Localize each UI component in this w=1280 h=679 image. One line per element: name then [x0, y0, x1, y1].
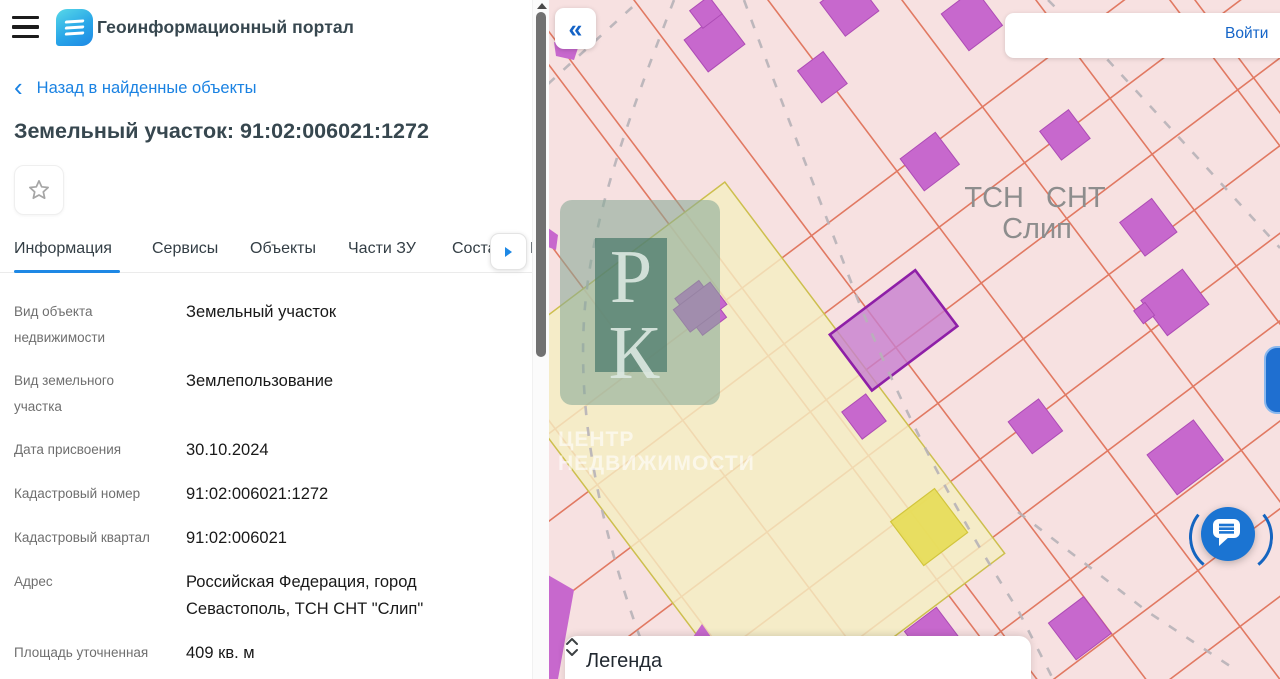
arrow-right-icon	[505, 246, 512, 257]
geoportal-window: Геоинформационный портал ‹ Назад в найде…	[0, 0, 1280, 679]
cadastral-map: Р К ЦЕНТР НЕДВИЖИМОСТИ ТСН СНТ Слип	[548, 0, 1280, 679]
field-value: 409 кв. м	[186, 644, 255, 662]
chevron-left-icon: ‹	[14, 72, 23, 102]
page-title: Земельный участок: 91:02:006021:1272	[14, 119, 429, 143]
app-logo-icon	[56, 9, 93, 46]
field-row: Дата присвоения 30.10.2024	[14, 437, 520, 464]
scroll-up-arrow-icon[interactable]	[537, 3, 547, 9]
field-value: 91:02:006021:1272	[186, 485, 329, 503]
map-side-control[interactable]	[1264, 346, 1280, 414]
watermark-caption-line1: ЦЕНТР	[558, 428, 634, 451]
field-row: Вид земельного участка Землепользование	[14, 368, 520, 420]
login-button[interactable]: Войти	[1225, 25, 1268, 43]
active-tab-underline	[14, 270, 120, 273]
legend-title: Легенда	[586, 649, 663, 672]
collapse-panel-button[interactable]: «	[555, 8, 596, 49]
field-row: Площадь уточненная 409 кв. м	[14, 640, 520, 667]
map-canvas[interactable]: Р К ЦЕНТР НЕДВИЖИМОСТИ ТСН СНТ Слип « Во…	[548, 0, 1280, 679]
tab-bar: Информация Сервисы Объекты Части ЗУ Сост…	[0, 231, 539, 273]
field-label: Площадь уточненная	[14, 645, 149, 660]
tab-services[interactable]: Сервисы	[152, 240, 218, 258]
field-label: Вид объекта недвижимости	[14, 304, 106, 345]
field-value: 91:02:006021	[186, 529, 287, 547]
field-label: Адрес	[14, 574, 53, 589]
field-value: Российская Федерация, город Севастополь,…	[186, 573, 424, 618]
field-label: Кадастровый квартал	[14, 530, 150, 545]
unfold-icon	[566, 638, 578, 656]
field-value: 30.10.2024	[186, 441, 269, 459]
menu-button[interactable]	[12, 16, 39, 38]
area-label-line1: ТСН СНТ	[964, 182, 1106, 214]
field-label: Вид земельного участка	[14, 373, 115, 414]
field-row: Адрес Российская Федерация, город Севаст…	[14, 569, 520, 623]
tab-objects[interactable]: Объекты	[250, 240, 316, 258]
tab-parcel-parts[interactable]: Части ЗУ	[348, 240, 416, 258]
chat-bubble-icon	[1213, 519, 1240, 546]
favorite-button[interactable]	[14, 165, 64, 215]
field-row: Вид объекта недвижимости Земельный участ…	[14, 299, 520, 351]
login-bar[interactable]: Войти	[1005, 13, 1280, 58]
star-icon	[29, 180, 49, 200]
watermark-letter-k: К	[609, 311, 660, 395]
field-label: Дата присвоения	[14, 442, 122, 457]
chat-button[interactable]	[1185, 496, 1277, 578]
back-link[interactable]: ‹ Назад в найденные объекты	[14, 72, 257, 102]
tabs-scroll-right-button[interactable]	[490, 233, 527, 270]
area-label-line2: Слип	[1002, 213, 1072, 245]
field-value: Земельный участок	[186, 303, 337, 321]
back-link-label: Назад в найденные объекты	[36, 79, 257, 97]
tab-information[interactable]: Информация	[14, 240, 112, 258]
info-panel: Геоинформационный портал ‹ Назад в найде…	[0, 0, 549, 679]
watermark-caption-line2: НЕДВИЖИМОСТИ	[558, 452, 755, 475]
field-label: Кадастровый номер	[14, 486, 141, 501]
field-value: Землепользование	[186, 372, 334, 390]
legend-panel[interactable]: Легенда	[565, 636, 1031, 679]
field-row: Кадастровый номер 91:02:006021:1272	[14, 481, 520, 508]
field-row: Кадастровый квартал 91:02:006021	[14, 525, 520, 552]
app-title: Геоинформационный портал	[97, 17, 354, 37]
panel-scrollbar-thumb[interactable]	[535, 12, 546, 357]
watermark-letter-p: Р	[610, 235, 652, 319]
attributes-list: Вид объекта недвижимости Земельный участ…	[14, 299, 520, 679]
